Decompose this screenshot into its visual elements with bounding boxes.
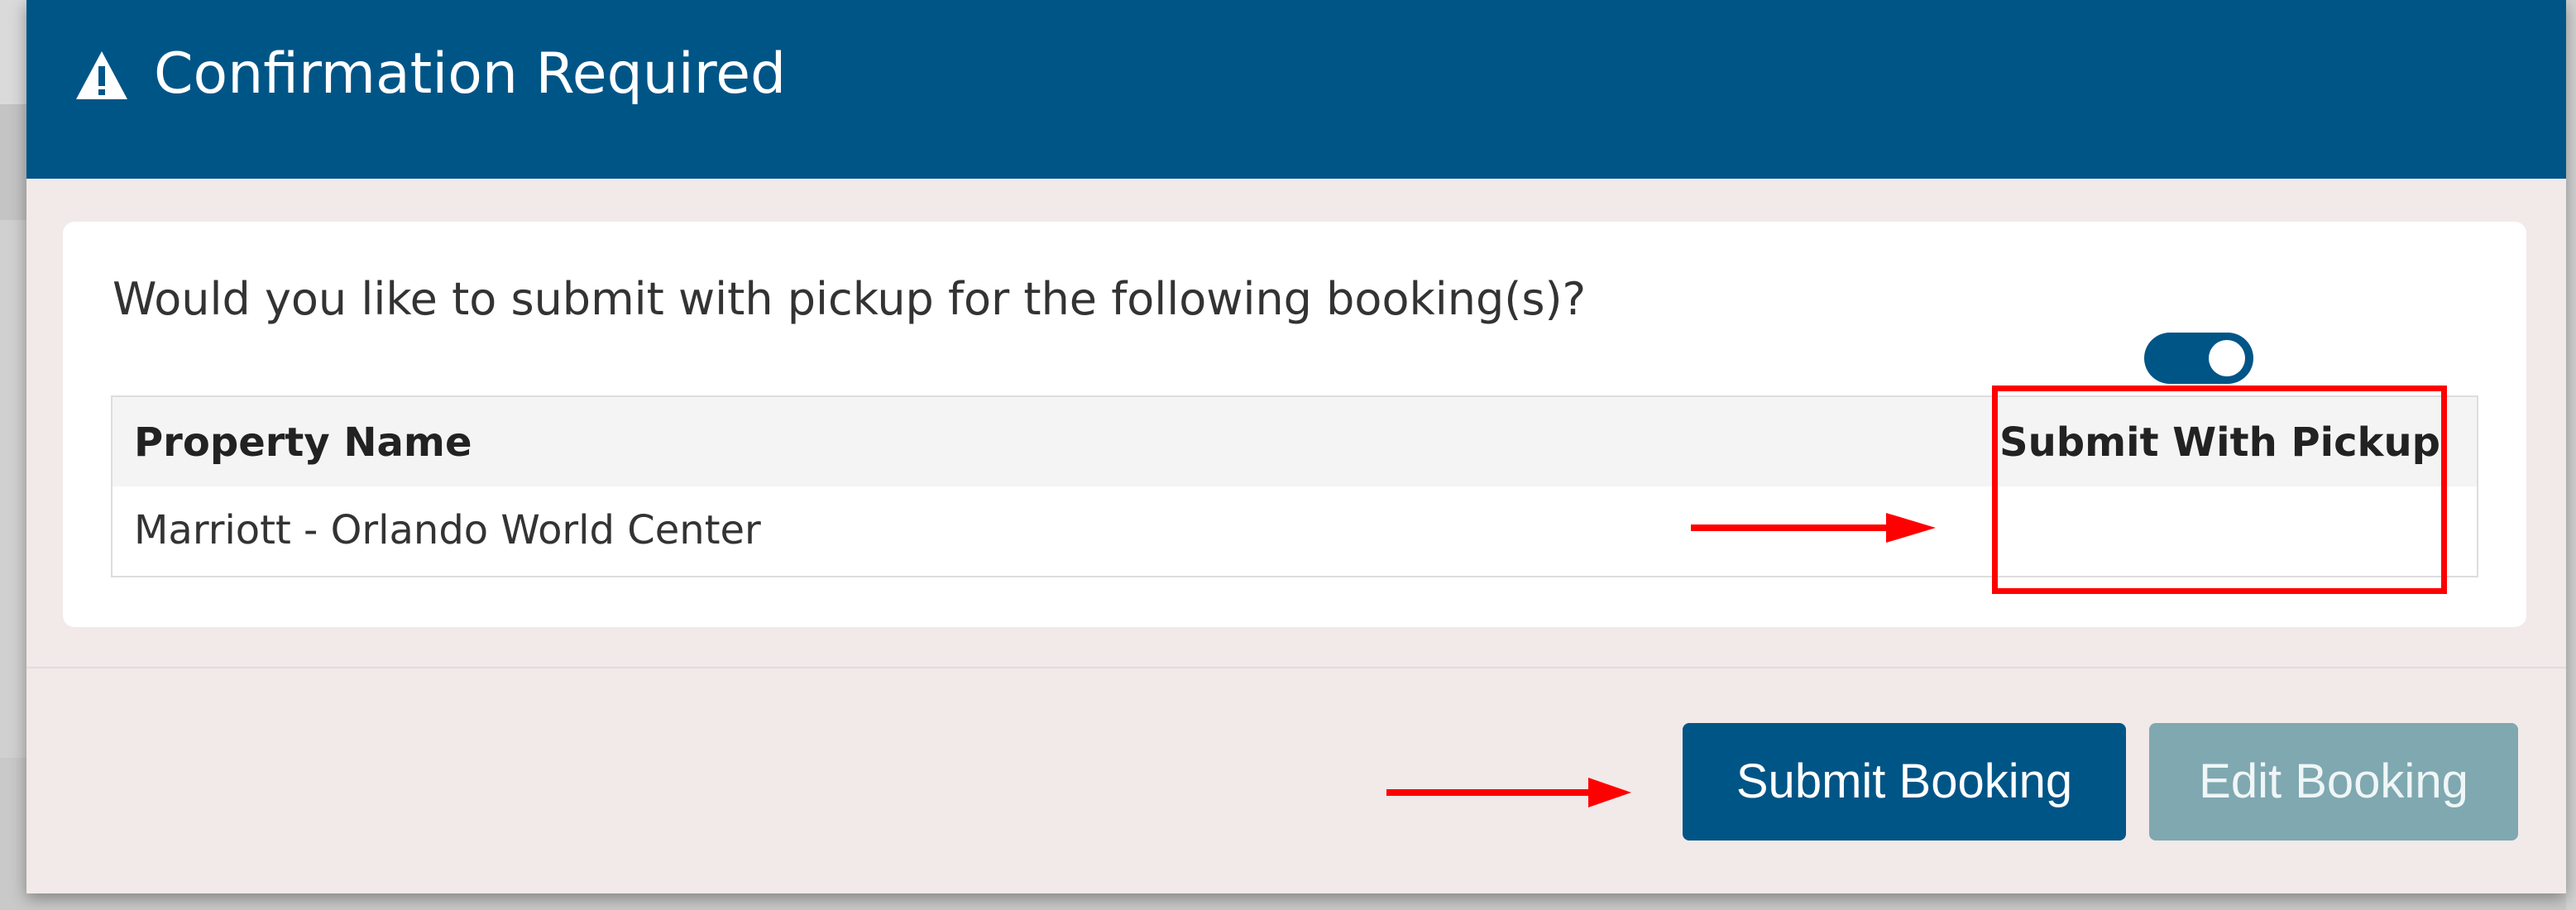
modal-header: Confirmation Required: [26, 0, 2566, 179]
annotation-arrow-icon: [1386, 778, 1631, 807]
modal-footer-divider: [26, 667, 2566, 668]
annotation-highlight-box: [1992, 386, 2447, 594]
column-header-property-name: Property Name: [134, 419, 472, 466]
background-page-strip: [2566, 0, 2576, 910]
toggle-knob: [2209, 340, 2245, 376]
warning-icon: [76, 51, 127, 99]
modal-title: Confirmation Required: [154, 41, 787, 107]
confirmation-question: Would you like to submit with pickup for…: [113, 273, 1587, 325]
annotation-arrow-icon: [1691, 513, 1936, 543]
background-page-strip: [0, 0, 28, 104]
submit-booking-button[interactable]: Submit Booking: [1683, 723, 2126, 841]
background-page-strip: [0, 104, 28, 220]
submit-with-pickup-toggle[interactable]: [2144, 333, 2253, 384]
edit-booking-button[interactable]: Edit Booking: [2149, 723, 2518, 841]
property-name-cell: Marriott - Orlando World Center: [134, 507, 761, 553]
background-page-strip: [0, 220, 28, 758]
